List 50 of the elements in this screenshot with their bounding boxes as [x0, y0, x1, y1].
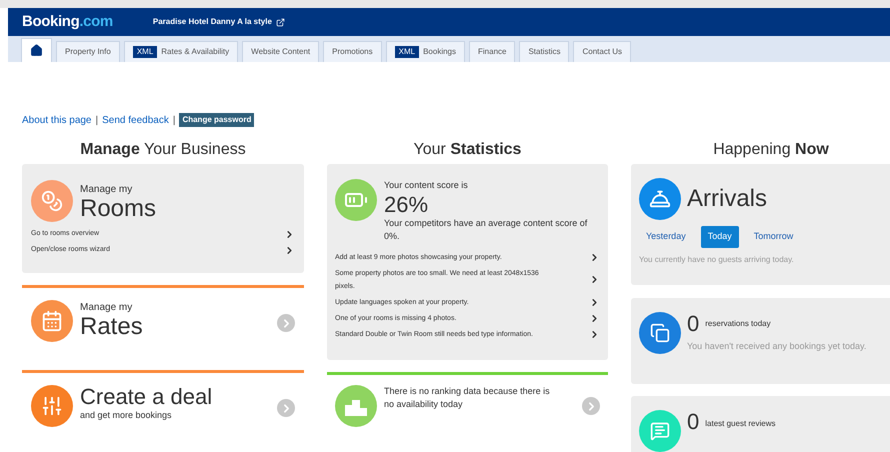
nav-tab[interactable]: XML Bookings: [386, 41, 465, 62]
card-title: Rooms: [80, 196, 156, 220]
home-tab[interactable]: [21, 38, 52, 62]
link-separator: |: [96, 114, 98, 128]
external-link-icon[interactable]: [276, 18, 285, 26]
card-kicker: Manage my: [80, 182, 134, 196]
score-comparison: Your competitors have an average content score of 0%.: [384, 216, 588, 242]
card-title: Create a deal: [80, 385, 214, 409]
nav-tab[interactable]: XML Rates & Availability: [124, 41, 238, 62]
nav-tab[interactable]: Promotions: [323, 41, 382, 62]
arrivals-message: You currently have no guests arriving today.: [639, 254, 795, 266]
home-icon: [30, 44, 43, 57]
ranking-message: There is no ranking data because there is no availability today: [384, 385, 551, 411]
score-label: Your content score is: [384, 179, 469, 192]
logo[interactable]: Booking.com: [22, 10, 113, 34]
battery-icon: [335, 179, 377, 221]
message-icon: [639, 410, 681, 452]
coins-icon: [31, 180, 73, 222]
reviews-label: latest guest reviews: [705, 418, 776, 430]
day-tab[interactable]: Yesterday: [639, 226, 693, 248]
content-score: 26%: [384, 192, 430, 216]
link-separator: |: [172, 114, 176, 128]
column-title: Manage Your Business: [79, 140, 247, 160]
page-link[interactable]: About this page: [22, 112, 92, 128]
xml-badge: XML: [394, 46, 420, 58]
column-title: Your Statistics: [412, 140, 522, 160]
xml-badge: XML: [132, 46, 158, 58]
nav-tab[interactable]: Website Content: [242, 41, 320, 62]
bell-icon: [639, 178, 681, 220]
calendar-icon: [31, 300, 73, 342]
nav-tab[interactable]: Statistics: [519, 41, 570, 62]
change-password-button[interactable]: Change password: [179, 113, 254, 127]
nav-tab[interactable]: Finance: [469, 41, 516, 62]
card-subtitle: and get more bookings: [80, 409, 173, 422]
column-title: Happening Now: [712, 140, 830, 160]
nav-tab[interactable]: Contact Us: [573, 41, 632, 62]
nav-tab[interactable]: Property Info: [56, 41, 120, 62]
card-kicker: Manage my: [80, 301, 134, 315]
reservation-count: 0: [687, 312, 700, 336]
card-title: Rates: [80, 315, 144, 339]
page-link[interactable]: Send feedback: [102, 112, 169, 128]
day-tab[interactable]: Today: [700, 226, 739, 248]
card-title: Arrivals: [687, 184, 768, 214]
day-tab[interactable]: Tomorrow: [746, 226, 800, 248]
reservations-label: reservations today: [705, 318, 771, 330]
sliders-icon: [31, 385, 73, 427]
copy-icon: [639, 312, 681, 354]
reservations-message: You haven't received any bookings yet today.: [687, 340, 866, 353]
review-count: 0: [687, 410, 700, 434]
hotel-name: Paradise Hotel Danny A la style: [152, 16, 272, 28]
